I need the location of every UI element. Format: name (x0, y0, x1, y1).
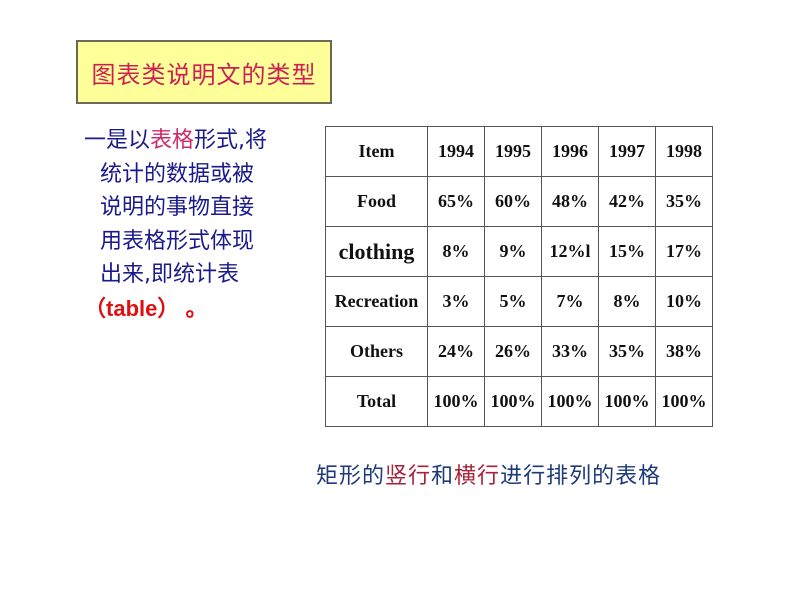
row-label-cell: clothing (325, 226, 428, 277)
row-label-cell: Total (325, 376, 428, 427)
table-cell: 9% (484, 226, 542, 277)
table-cell: 33% (541, 326, 599, 377)
table-cell: 12%l (541, 226, 599, 277)
header-cell-year: 1996 (541, 126, 599, 177)
row-label-cell: Others (325, 326, 428, 377)
table-caption: 矩形的竖行和横行进行排列的表格 (316, 458, 661, 490)
table-cell: 10% (655, 276, 713, 327)
table-cell: 48% (541, 176, 599, 227)
description-line-3: 说明的事物直接 (100, 195, 255, 220)
table-cell: 7% (541, 276, 599, 327)
table-cell: 8% (427, 226, 485, 277)
slide-title: 图表类说明文的类型 (91, 60, 317, 89)
header-cell-year: 1994 (427, 126, 485, 177)
table-cell: 60% (484, 176, 542, 227)
text-segment: 一是以 (84, 128, 151, 153)
table-row: clothing 8% 9% 12%l 15% 17% (325, 226, 713, 277)
table-cell: 35% (598, 326, 656, 377)
caption-highlight-vertical: 竖行 (385, 464, 432, 489)
table-cell: 100% (427, 376, 485, 427)
table-cell: 8% (598, 276, 656, 327)
table-row: Food 65% 60% 48% 42% 35% (325, 176, 713, 227)
table-cell: 3% (427, 276, 485, 327)
table-cell: 5% (484, 276, 542, 327)
table-cell: 100% (484, 376, 542, 427)
table-cell: 15% (598, 226, 656, 277)
table-cell: 42% (598, 176, 656, 227)
header-cell-year: 1998 (655, 126, 713, 177)
caption-segment: 矩形的 (316, 464, 386, 489)
table-cell: 26% (484, 326, 542, 377)
table-cell: 100% (541, 376, 599, 427)
table-cell: 100% (655, 376, 713, 427)
table-header-row: Item 1994 1995 1996 1997 1998 (325, 126, 713, 177)
table-cell: 24% (427, 326, 485, 377)
row-label-cell: Food (325, 176, 428, 227)
paren-open: （ (84, 295, 107, 321)
description-line-2: 统计的数据或被 (100, 161, 255, 187)
title-box: 图表类说明文的类型 (76, 40, 332, 104)
table-cell: 35% (655, 176, 713, 227)
description-line-1: 一是以表格形式,将 (84, 124, 314, 158)
table-cell: 17% (655, 226, 713, 277)
caption-segment: 和 (431, 464, 455, 489)
table-cell: 65% (427, 176, 485, 227)
table-row: Recreation 3% 5% 7% 8% 10% (325, 276, 713, 327)
table-row: Total 100% 100% 100% 100% 100% (325, 376, 713, 427)
header-cell-year: 1997 (598, 126, 656, 177)
description-line-6: （table） 。 (84, 292, 314, 327)
table-keyword: table (106, 295, 158, 321)
table-row: Others 24% 26% 33% 35% 38% (325, 326, 713, 377)
table-cell: 100% (598, 376, 656, 427)
table-cell: 38% (655, 326, 713, 377)
paren-close: ） 。 (157, 295, 208, 321)
statistics-table: Item 1994 1995 1996 1997 1998 Food 65% 60% 48% 42%… (325, 126, 713, 427)
header-cell-year: 1995 (484, 126, 542, 177)
text-segment: 形式,将 (194, 128, 268, 153)
description-text: 一是以表格形式,将 统计的数据或被 说明的事物直接 用表格形式体现 出来,即统计… (84, 124, 314, 326)
description-line-5: 出来,即统计表 (100, 262, 239, 287)
description-line-4: 用表格形式体现 (100, 228, 255, 254)
caption-segment: 进行排列的表格 (500, 464, 662, 489)
header-cell-item: Item (325, 126, 428, 177)
row-label-cell: Recreation (325, 276, 428, 327)
caption-highlight-horizontal: 横行 (454, 464, 501, 489)
highlight-word: 表格 (150, 128, 195, 153)
